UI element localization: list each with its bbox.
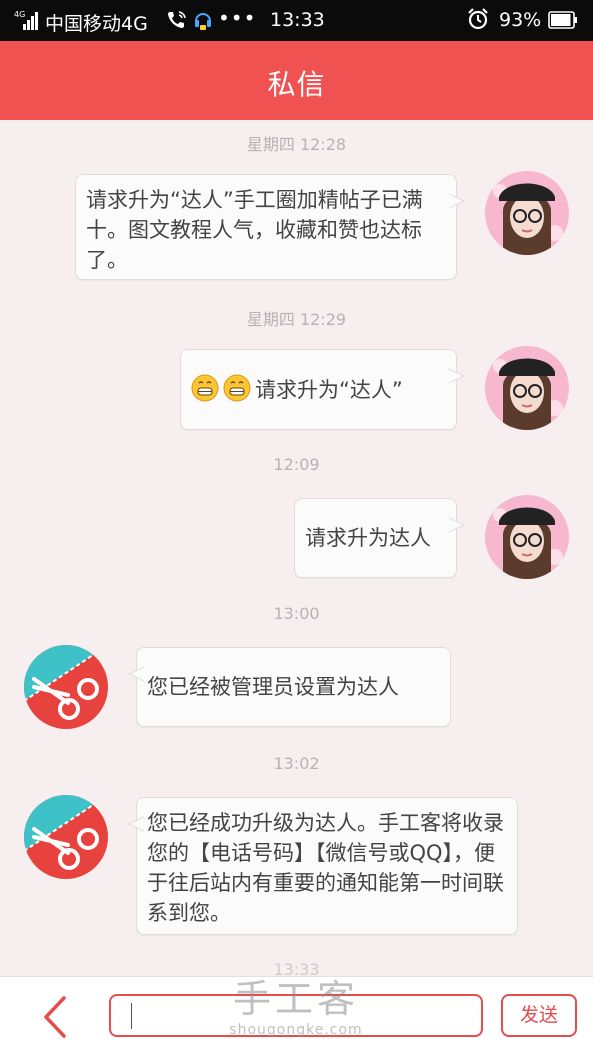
message-text: 请求升为达人: [305, 526, 431, 550]
bubble-tail: [449, 368, 465, 384]
carrier-name: 中国移动4G: [45, 13, 148, 35]
message-bubble-incoming[interactable]: 您已经被管理员设置为达人: [128, 647, 451, 727]
message-bubble-outgoing[interactable]: 请求升为“达人”: [180, 349, 465, 430]
message-text: 您已经成功升级为达人。手工客将收录您的【电话号码】【微信号或QQ】，便于往后站内…: [147, 811, 504, 925]
message-bubble-incoming[interactable]: 您已经成功升级为达人。手工客将收录您的【电话号码】【微信号或QQ】，便于往后站内…: [128, 797, 518, 935]
message-timestamp: 13:02: [273, 754, 320, 773]
headset-icon: [195, 13, 211, 30]
message-bubble-outgoing[interactable]: 请求升为“达人”手工圈加精帖子已满十。图文教程人气，收藏和赞也达标了。: [75, 174, 465, 280]
battery-icon: [548, 11, 577, 29]
grin-emoji-icon: [223, 374, 251, 402]
message-timestamp: 星期四 12:28: [246, 135, 347, 154]
composer-bar: 发送: [0, 976, 593, 1055]
message-input[interactable]: [109, 994, 483, 1037]
signal-icon: 4G: [14, 10, 38, 30]
message-text: 请求升为“达人”手工圈加精帖子已满十。图文教程人气，收藏和赞也达标了。: [86, 188, 423, 272]
more-notifications-icon: •••: [218, 6, 257, 30]
site-avatar[interactable]: [24, 645, 108, 729]
battery-percent: 93%: [499, 9, 542, 31]
bubble-tail: [128, 816, 144, 832]
message-timestamp: 12:09: [273, 455, 320, 474]
phone-wifi-icon: [166, 9, 188, 36]
bubble-tail: [128, 666, 144, 682]
user-avatar[interactable]: [485, 346, 569, 430]
app-header: 私信: [0, 41, 593, 120]
message-text: 请求升为“达人”: [255, 378, 403, 402]
user-avatar[interactable]: [485, 171, 569, 255]
bubble-tail: [449, 517, 465, 533]
message-text: 您已经被管理员设置为达人: [147, 675, 399, 699]
message-timestamp: 13:00: [273, 604, 320, 623]
message-list[interactable]: 星期四 12:28 请求升为“达人”手工圈加精帖子已满十。图文教程人气，收藏和赞…: [0, 120, 593, 979]
svg-text:4G: 4G: [14, 10, 25, 19]
send-button[interactable]: 发送: [501, 994, 577, 1037]
back-arrow-icon[interactable]: [38, 995, 74, 1039]
message-timestamp: 星期四 12:29: [246, 310, 347, 329]
site-avatar[interactable]: [24, 795, 108, 879]
message-bubble-outgoing[interactable]: 请求升为达人: [294, 498, 465, 578]
text-caret: [131, 1003, 132, 1029]
bubble-tail: [449, 193, 465, 209]
page-title: 私信: [267, 68, 326, 101]
alarm-clock-icon: [468, 8, 488, 30]
clock: 13:33: [270, 9, 325, 31]
user-avatar[interactable]: [485, 495, 569, 579]
grin-emoji-icon: [191, 374, 219, 402]
status-bar: 4G 中国移动4G ••• 13:33 93%: [0, 0, 593, 41]
